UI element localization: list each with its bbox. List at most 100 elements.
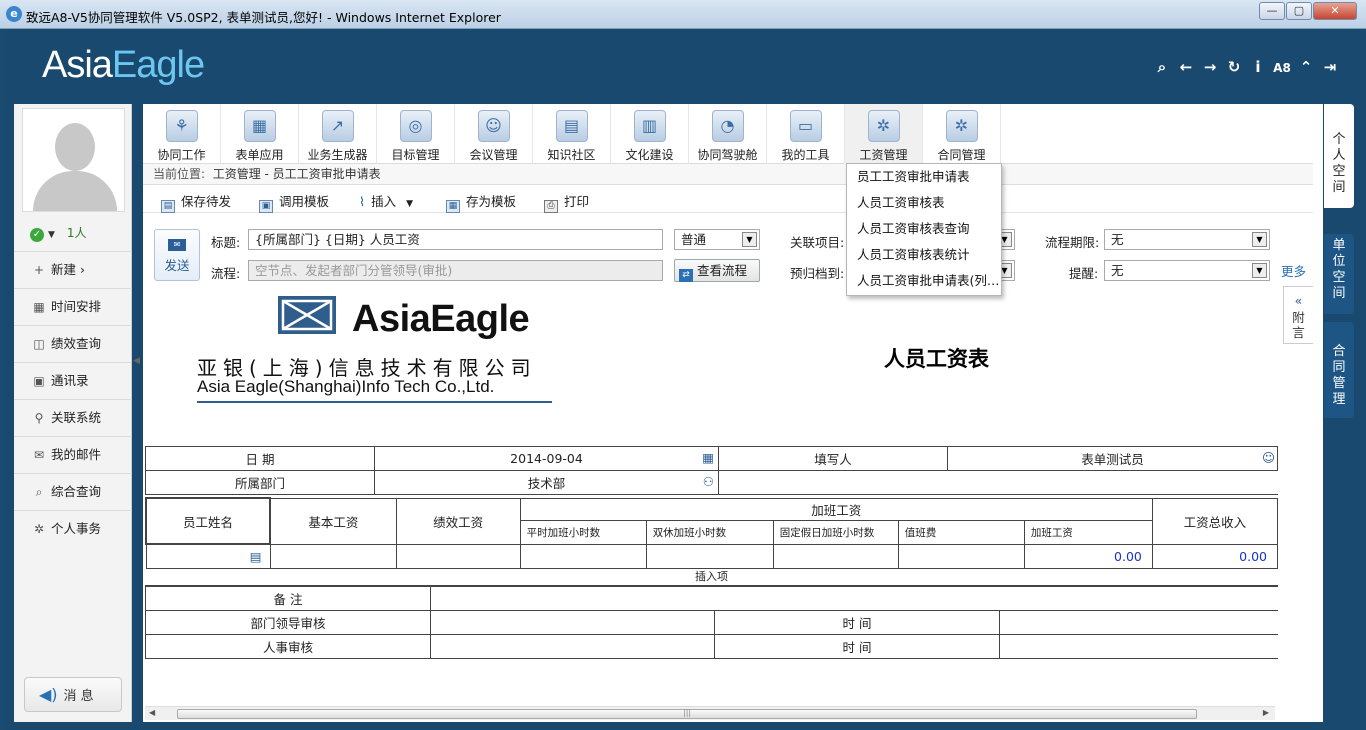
menu-item-1[interactable]: 人员工资审核表 [847, 190, 1001, 216]
app-label: 合同管理 [937, 148, 986, 162]
menu-item-0[interactable]: 员工工资审批申请表 [847, 164, 1001, 190]
breadcrumb: 当前位置: 工资管理 - 员工工资审批申请表 [143, 164, 1313, 185]
use-template-button[interactable]: ▣ 调用模板 [259, 191, 329, 213]
hr-time-field[interactable] [999, 634, 1278, 659]
new-button[interactable]: + 新建 › [14, 251, 132, 288]
view-flow-button[interactable]: ⇄ 查看流程 [674, 259, 760, 282]
send-button[interactable]: ✉ 发送 [154, 229, 200, 281]
sidebar-item-label: 个人事务 [51, 521, 102, 536]
col-employee-name: 员工姓名 [144, 497, 272, 545]
menu-item-3[interactable]: 人员工资审核表统计 [847, 242, 1001, 268]
app-1[interactable]: ▦ 表单应用 [221, 104, 299, 164]
a8-icon[interactable]: A8 [1270, 61, 1294, 75]
right-tab-label-0: 个人空间 [1332, 132, 1346, 195]
message-button[interactable]: ◀) 消 息 [24, 677, 122, 712]
more-link[interactable]: 更多 [1281, 261, 1306, 280]
hr-field[interactable] [430, 634, 715, 659]
duty-fee-cell[interactable] [897, 543, 1025, 569]
forward-icon[interactable]: → [1198, 58, 1222, 76]
filler-label: 填写人 [718, 446, 948, 471]
collapse-sidebar-icon[interactable]: ◀ [133, 356, 140, 366]
back-icon[interactable]: ← [1174, 58, 1198, 76]
performance-salary-cell[interactable] [395, 543, 521, 569]
weekday-overtime-cell[interactable] [519, 543, 647, 569]
remind-select[interactable]: 无 ▼ [1104, 260, 1270, 281]
title-input[interactable]: {所属部门} {日期} 人员工资 [248, 229, 663, 250]
right-tab-label-2: 合同管理 [1332, 344, 1346, 407]
insert-button[interactable]: ⌇ 插入 ▼ [359, 191, 413, 210]
holiday-overtime-cell[interactable] [772, 543, 899, 569]
horizontal-scrollbar[interactable]: ◀ ||| ▶ [145, 706, 1275, 720]
sidebar-item-1[interactable]: ◫ 绩效查询 [14, 325, 132, 362]
department-field[interactable]: 技术部 ⚇ [374, 470, 719, 495]
toolbar: ▤ 保存待发 ▣ 调用模板 ⌇ 插入 ▼ ▦ 存为模板 ⎙ 打印 [143, 185, 1313, 213]
calendar-icon[interactable]: ▦ [702, 450, 714, 465]
remark-label: 备 注 [145, 586, 431, 611]
app-6[interactable]: ▥ 文化建设 [611, 104, 689, 164]
chevron-down-icon: ▼ [406, 199, 414, 209]
app-9[interactable]: ✲ 工资管理 [845, 104, 923, 164]
sidebar-item-4[interactable]: ✉ 我的邮件 [14, 436, 132, 473]
insert-item-link[interactable]: 插入项 [145, 568, 1278, 586]
department-select-icon[interactable]: ⚇ [703, 474, 714, 489]
speaker-icon: ◀) [39, 685, 58, 704]
window-titlebar: e 致远A8-V5协同管理软件 V5.0SP2, 表单测试员,您好! - Win… [0, 0, 1366, 29]
priority-select[interactable]: 普通 ▼ [674, 229, 760, 250]
maximize-button[interactable]: ▢ [1286, 2, 1312, 20]
base-salary-cell[interactable] [269, 543, 397, 569]
attach-note-tab[interactable]: « 附言 [1283, 286, 1313, 344]
app-5[interactable]: ▤ 知识社区 [533, 104, 611, 164]
print-button[interactable]: ⎙ 打印 [544, 191, 589, 213]
minimize-button[interactable]: — [1259, 2, 1285, 20]
sidebar-item-6[interactable]: ✲ 个人事务 [14, 510, 132, 547]
app-bar: ⚘ 协同工作 ▦ 表单应用 ↗ 业务生成器 ◎ 目标管理 ☺ 会议管理 ▤ 知识社区 ▥ 文化建设 ◔ 协同驾… [143, 104, 1313, 164]
save-as-template-button[interactable]: ▦ 存为模板 [446, 191, 516, 213]
sidebar-item-2[interactable]: ▣ 通讯录 [14, 362, 132, 399]
target-icon: ◎ [399, 110, 432, 142]
dept-leader-time-field[interactable] [999, 610, 1278, 635]
collapse-up-icon[interactable]: ⌃ [1294, 58, 1318, 76]
info-icon[interactable]: i [1246, 58, 1270, 76]
app-label: 目标管理 [391, 148, 440, 162]
performance-icon: ◫ [33, 337, 45, 351]
logout-icon[interactable]: ⇥ [1318, 58, 1342, 76]
remark-field[interactable] [430, 586, 1278, 611]
employee-name-cell[interactable]: ▤ [145, 543, 271, 569]
collaboration-icon: ⚘ [165, 110, 198, 142]
avatar[interactable] [22, 108, 125, 212]
filler-field[interactable]: 表单测试员 ☺ [947, 446, 1278, 471]
col-total-income: 工资总收入 [1151, 497, 1279, 545]
app-4[interactable]: ☺ 会议管理 [455, 104, 533, 164]
app-7[interactable]: ◔ 协同驾驶舱 [689, 104, 767, 164]
dept-leader-field[interactable] [430, 610, 715, 635]
menu-item-2[interactable]: 人员工资审核表查询 [847, 216, 1001, 242]
app-3[interactable]: ◎ 目标管理 [377, 104, 455, 164]
sidebar-item-3[interactable]: ⚲ 关联系统 [14, 399, 132, 436]
date-field[interactable]: 2014-09-04 ▦ [374, 446, 719, 471]
company-name-en: Asia Eagle(Shanghai)Info Tech Co.,Ltd. [197, 377, 495, 396]
sidebar-item-0[interactable]: ▦ 时间安排 [14, 288, 132, 325]
app-8[interactable]: ▭ 我的工具 [767, 104, 845, 164]
paperclip-icon: ⌇ [359, 194, 366, 209]
close-button[interactable]: ✕ [1313, 2, 1357, 20]
app-2[interactable]: ↗ 业务生成器 [299, 104, 377, 164]
new-label: 新建 [51, 262, 77, 277]
app-label: 协同驾驶舱 [697, 148, 758, 162]
online-status[interactable]: ✓ ▼ 1人 [30, 224, 87, 242]
select-employee-icon[interactable]: ▤ [250, 549, 262, 564]
salary-gear-icon: ✲ [867, 110, 900, 142]
app-label: 业务生成器 [307, 148, 368, 162]
app-10[interactable]: ✲ 合同管理 [923, 104, 1001, 164]
save-draft-button[interactable]: ▤ 保存待发 [161, 191, 231, 213]
menu-item-4[interactable]: 人员工资审批申请表(列… [847, 268, 1001, 294]
sidebar-item-5[interactable]: ⌕ 综合查询 [14, 473, 132, 510]
deadline-select[interactable]: 无 ▼ [1104, 229, 1270, 250]
scroll-left-icon[interactable]: ◀ [149, 708, 155, 717]
refresh-icon[interactable]: ↻ [1222, 58, 1246, 76]
weekend-overtime-cell[interactable] [645, 543, 774, 569]
app-0[interactable]: ⚘ 协同工作 [143, 104, 221, 164]
user-select-icon[interactable]: ☺ [1262, 450, 1275, 465]
flow-input[interactable]: 空节点、发起者部门分管领导(审批) [248, 260, 663, 281]
search-icon[interactable]: ⌕ [1150, 58, 1174, 76]
scroll-right-icon[interactable]: ▶ [1263, 708, 1269, 717]
